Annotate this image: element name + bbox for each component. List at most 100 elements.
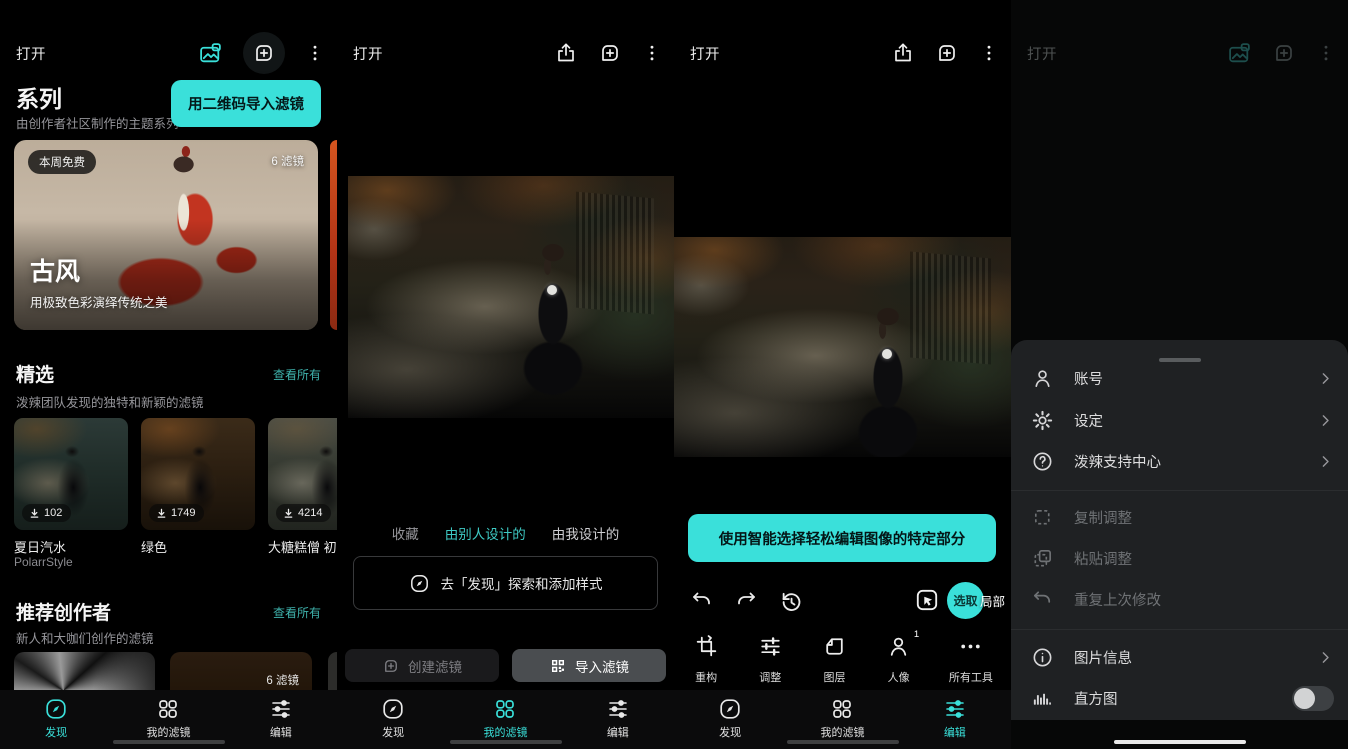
menu-item-copy-adjustments[interactable]: 复制调整 (1011, 497, 1348, 537)
create-filter-icon[interactable] (598, 41, 622, 65)
ellipsis-icon (958, 634, 983, 664)
home-indicator[interactable] (113, 740, 225, 744)
plus-icon (382, 657, 400, 675)
tool-adjust[interactable]: 调整 (738, 628, 802, 690)
editing-photo[interactable] (674, 237, 1011, 457)
explore-styles-button[interactable]: 去「发现」探索和添加样式 (353, 556, 658, 610)
redo-button[interactable] (734, 589, 758, 613)
undo-button[interactable] (690, 589, 714, 613)
create-filter-button[interactable]: 创建滤镜 (345, 649, 499, 682)
featured-title: 精选 (16, 360, 54, 387)
filter-thumb[interactable]: 1749 (141, 418, 255, 530)
open-button[interactable]: 打开 (353, 43, 383, 64)
copy-icon (1031, 506, 1057, 529)
nav-tab-discover[interactable]: 发现 (337, 690, 449, 749)
header-icons (891, 41, 999, 65)
sliders-icon (269, 697, 293, 721)
local-select-coachmark[interactable]: 选取 局部 (914, 580, 1005, 620)
portrait-icon: 1 (886, 634, 911, 664)
menu-item-histogram[interactable]: 直方图 (1011, 678, 1348, 718)
photo-subject (508, 239, 598, 409)
history-controls (690, 584, 804, 618)
tool-portrait[interactable]: 1 人像 (867, 628, 931, 690)
divider (1011, 629, 1348, 630)
creators-see-all-link[interactable]: 查看所有 (273, 604, 321, 621)
import-filter-button[interactable]: 导入滤镜 (512, 649, 666, 682)
filter-thumb[interactable]: 4214 (268, 418, 337, 530)
tab-by-me[interactable]: 由我设计的 (552, 523, 620, 543)
local-tool-label: 局部 (980, 591, 1005, 610)
series-card-subtitle: 用极致色彩演绎传统之美 (30, 292, 168, 311)
filter-name: 绿色 (141, 537, 167, 556)
menu-item-support[interactable]: 泼辣支持中心 (1011, 441, 1348, 481)
open-button[interactable]: 打开 (1027, 43, 1057, 64)
layers-icon (822, 634, 847, 664)
panel-discover: 打开 系列 由创作者社区制作的主题系列 用二维码导入滤镜 本周免费 6 滤镜 古… (0, 0, 337, 749)
compass-icon (381, 697, 405, 721)
nav-tab-discover[interactable]: 发现 (0, 690, 112, 749)
open-button[interactable]: 打开 (16, 43, 46, 64)
download-count-badge: 1749 (149, 504, 204, 522)
chevron-right-icon (1317, 453, 1334, 470)
series-card-title: 古风 (30, 252, 80, 288)
help-circle-icon (1031, 450, 1057, 473)
history-button[interactable] (778, 588, 804, 614)
nav-tab-edit[interactable]: 编辑 (899, 690, 1011, 749)
paste-icon (1031, 547, 1057, 570)
menu-item-settings[interactable]: 设定 (1011, 400, 1348, 440)
import-qr-button[interactable] (243, 32, 285, 74)
repeat-arrow-icon (1031, 588, 1057, 611)
home-indicator[interactable] (787, 740, 899, 744)
nav-tab-edit[interactable]: 编辑 (562, 690, 674, 749)
series-gallery-icon[interactable] (1227, 41, 1252, 66)
share-icon[interactable] (891, 41, 915, 65)
filter-thumb[interactable]: 102 (14, 418, 128, 530)
current-photo[interactable] (348, 176, 674, 418)
creator-filter-count: 6 滤镜 (266, 672, 299, 688)
menu-item-repeat-last-edit[interactable]: 重复上次修改 (1011, 579, 1348, 619)
menu-item-account[interactable]: 账号 (1011, 358, 1348, 398)
nav-tab-discover[interactable]: 发现 (674, 690, 786, 749)
adjust-sliders-icon (758, 634, 783, 664)
open-button[interactable]: 打开 (690, 43, 720, 64)
qr-import-tooltip[interactable]: 用二维码导入滤镜 (171, 80, 321, 127)
create-filter-icon[interactable] (935, 41, 959, 65)
header-dimmed: 打开 (1027, 36, 1336, 70)
portrait-badge: 1 (914, 629, 919, 640)
kebab-menu-icon[interactable] (642, 42, 662, 64)
series-card-guofeng[interactable]: 本周免费 6 滤镜 古风 用极致色彩演绎传统之美 (14, 140, 318, 330)
download-icon (283, 508, 294, 519)
tool-recompose[interactable]: 重构 (674, 628, 738, 690)
nav-tab-edit[interactable]: 编辑 (225, 690, 337, 749)
featured-see-all-link[interactable]: 查看所有 (273, 366, 321, 383)
kebab-menu-icon[interactable] (305, 42, 325, 64)
smart-select-banner[interactable]: 使用智能选择轻松编辑图像的特定部分 (688, 514, 996, 562)
gear-icon (1031, 409, 1057, 432)
sliders-icon (606, 697, 630, 721)
compass-icon (44, 697, 68, 721)
header-icons (198, 32, 325, 74)
tool-all-tools[interactable]: 所有工具 (931, 628, 1011, 690)
sliders-icon (943, 697, 967, 721)
series-gallery-icon[interactable] (198, 41, 223, 66)
compass-icon (718, 697, 742, 721)
create-filter-icon[interactable] (1272, 41, 1296, 65)
share-icon[interactable] (554, 41, 578, 65)
menu-item-paste-adjustments[interactable]: 粘贴调整 (1011, 538, 1348, 578)
menu-item-image-info[interactable]: 图片信息 (1011, 637, 1348, 677)
filters-grid-icon (830, 697, 854, 721)
settings-sheet: 账号 设定 泼辣支持中心 (1011, 340, 1348, 720)
filter-actions: 创建滤镜 导入滤镜 (345, 649, 666, 682)
tab-favorites[interactable]: 收藏 (392, 523, 419, 543)
header-icons (1227, 41, 1336, 66)
home-indicator[interactable] (450, 740, 562, 744)
kebab-menu-icon[interactable] (1316, 42, 1336, 64)
kebab-menu-icon[interactable] (979, 42, 999, 64)
tab-by-others[interactable]: 由别人设计的 (445, 523, 526, 543)
home-indicator[interactable] (1114, 740, 1246, 744)
coach-circle: 选取 (947, 582, 984, 619)
series-card-next-sliver[interactable] (330, 140, 337, 330)
tool-layers[interactable]: 图层 (802, 628, 866, 690)
divider (1011, 490, 1348, 491)
histogram-toggle[interactable] (1292, 686, 1334, 711)
